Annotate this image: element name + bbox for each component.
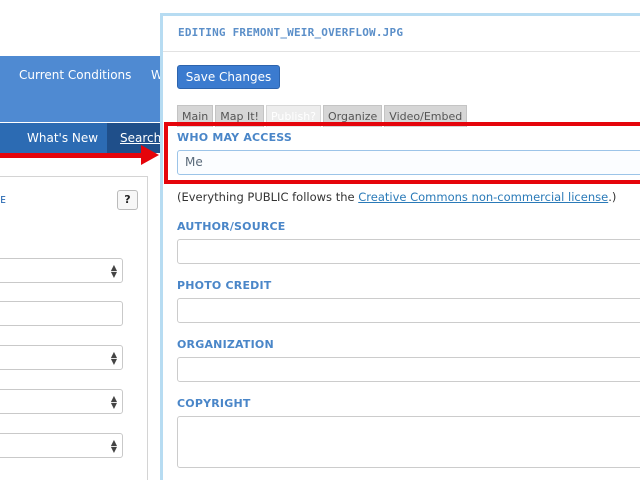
subnav-search-label: Search	[120, 131, 162, 145]
organization-label: ORGANIZATION	[177, 338, 274, 351]
license-note: (Everything PUBLIC follows the Creative …	[177, 190, 616, 204]
background-select-4[interactable]: ▲ ▼	[0, 433, 123, 458]
background-select-3[interactable]: ▲ ▼	[0, 389, 123, 414]
callout-arrow-shaft	[0, 153, 145, 158]
license-note-suffix: .)	[608, 190, 617, 204]
dropdown-arrows-icon: ▲ ▼	[110, 263, 117, 279]
highlight-box	[164, 122, 640, 184]
copyright-textarea[interactable]	[177, 416, 640, 468]
dropdown-arrows-icon: ▲ ▼	[110, 394, 117, 410]
author-source-input[interactable]	[177, 239, 640, 264]
background-input-1[interactable]	[0, 301, 123, 326]
license-note-prefix: (Everything PUBLIC follows the	[177, 190, 359, 204]
edit-photo-modal: EDITING FREMONT_WEIR_OVERFLOW.JPG Save C…	[160, 13, 640, 480]
callout-arrow-icon	[141, 145, 159, 165]
modal-divider	[163, 51, 640, 52]
copyright-label: COPYRIGHT	[177, 397, 251, 410]
dropdown-arrows-icon: ▲ ▼	[110, 350, 117, 366]
panel-heading-fragment: ᴇ	[0, 192, 6, 206]
dropdown-arrows-icon: ▲ ▼	[110, 438, 117, 454]
photo-credit-input[interactable]	[177, 298, 640, 323]
background-select-2[interactable]: ▲ ▼	[0, 345, 123, 370]
modal-title: EDITING FREMONT_WEIR_OVERFLOW.JPG	[178, 26, 404, 39]
background-select-1[interactable]: ▲ ▼	[0, 258, 123, 283]
creative-commons-link[interactable]: Creative Commons non-commercial license	[358, 190, 608, 204]
save-changes-button[interactable]: Save Changes	[177, 65, 280, 89]
nav-current-conditions[interactable]: Current Conditions	[19, 68, 131, 82]
author-source-label: AUTHOR/SOURCE	[177, 220, 286, 233]
help-button[interactable]: ?	[117, 190, 138, 210]
organization-input[interactable]	[177, 357, 640, 382]
subnav-whats-new[interactable]: What's New	[27, 131, 98, 145]
background-header-bar	[0, 56, 165, 122]
photo-credit-label: PHOTO CREDIT	[177, 279, 272, 292]
